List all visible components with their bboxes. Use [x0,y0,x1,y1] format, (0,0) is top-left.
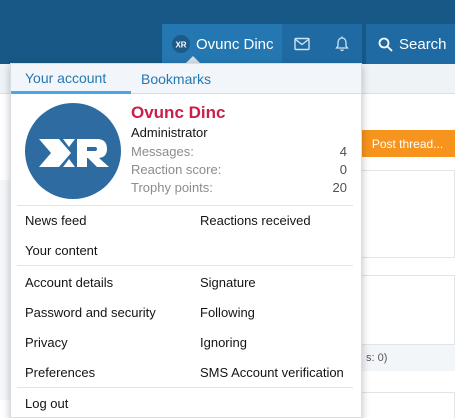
link-sms-verification[interactable]: SMS Account verification [200,365,344,380]
avatar-small: XR [172,35,190,53]
conversations-button[interactable] [282,24,322,64]
link-following[interactable]: Following [200,305,255,320]
background-card [352,170,455,258]
link-signature[interactable]: Signature [200,275,256,290]
link-privacy[interactable]: Privacy [25,335,68,350]
stat-trophy-points: Trophy points: 20 [131,180,347,195]
account-nav-button[interactable]: XR Ovunc Dinc [162,24,282,64]
account-nav-name: Ovunc Dinc [196,35,274,53]
logout-link[interactable]: Log out [25,396,68,411]
post-thread-button[interactable]: Post thread... [360,130,455,157]
background-card-footer: s: 0) [352,344,455,371]
stat-reaction-score: Reaction score: 0 [131,162,347,177]
link-reactions-received[interactable]: Reactions received [200,213,311,228]
menu-tabs: Your account Bookmarks [11,64,361,94]
link-password-security[interactable]: Password and security [25,305,156,320]
profile-username[interactable]: Ovunc Dinc [131,103,225,123]
stat-value: 0 [339,162,347,177]
svg-text:XR: XR [175,41,186,50]
stat-label: Reaction score: [131,162,222,177]
search-label: Search [399,35,447,53]
stat-value: 4 [339,144,347,159]
link-your-content[interactable]: Your content [25,243,98,258]
page-left-edge [0,180,10,400]
stat-label: Messages: [131,144,194,159]
tab-your-account[interactable]: Your account [11,64,131,94]
mail-icon [294,37,310,51]
tab-bookmarks[interactable]: Bookmarks [141,64,211,94]
stat-value: 20 [332,180,347,195]
link-preferences[interactable]: Preferences [25,365,95,380]
divider [17,265,353,266]
account-dropdown-menu: Your account Bookmarks Ovunc Dinc Admini… [10,63,362,418]
search-icon [378,37,393,52]
profile-role: Administrator [131,125,208,140]
profile-block: Ovunc Dinc Administrator Messages: 4 Rea… [11,95,361,205]
link-news-feed[interactable]: News feed [25,213,86,228]
stat-messages: Messages: 4 [131,144,347,159]
avatar[interactable] [25,103,121,199]
divider [17,205,353,206]
background-card [352,392,455,418]
stat-label: Trophy points: [131,180,213,195]
link-account-details[interactable]: Account details [25,275,113,290]
link-ignoring[interactable]: Ignoring [200,335,247,350]
divider [17,387,353,388]
bell-icon [335,36,349,52]
search-button[interactable]: Search [366,24,455,64]
alerts-button[interactable] [322,24,362,64]
